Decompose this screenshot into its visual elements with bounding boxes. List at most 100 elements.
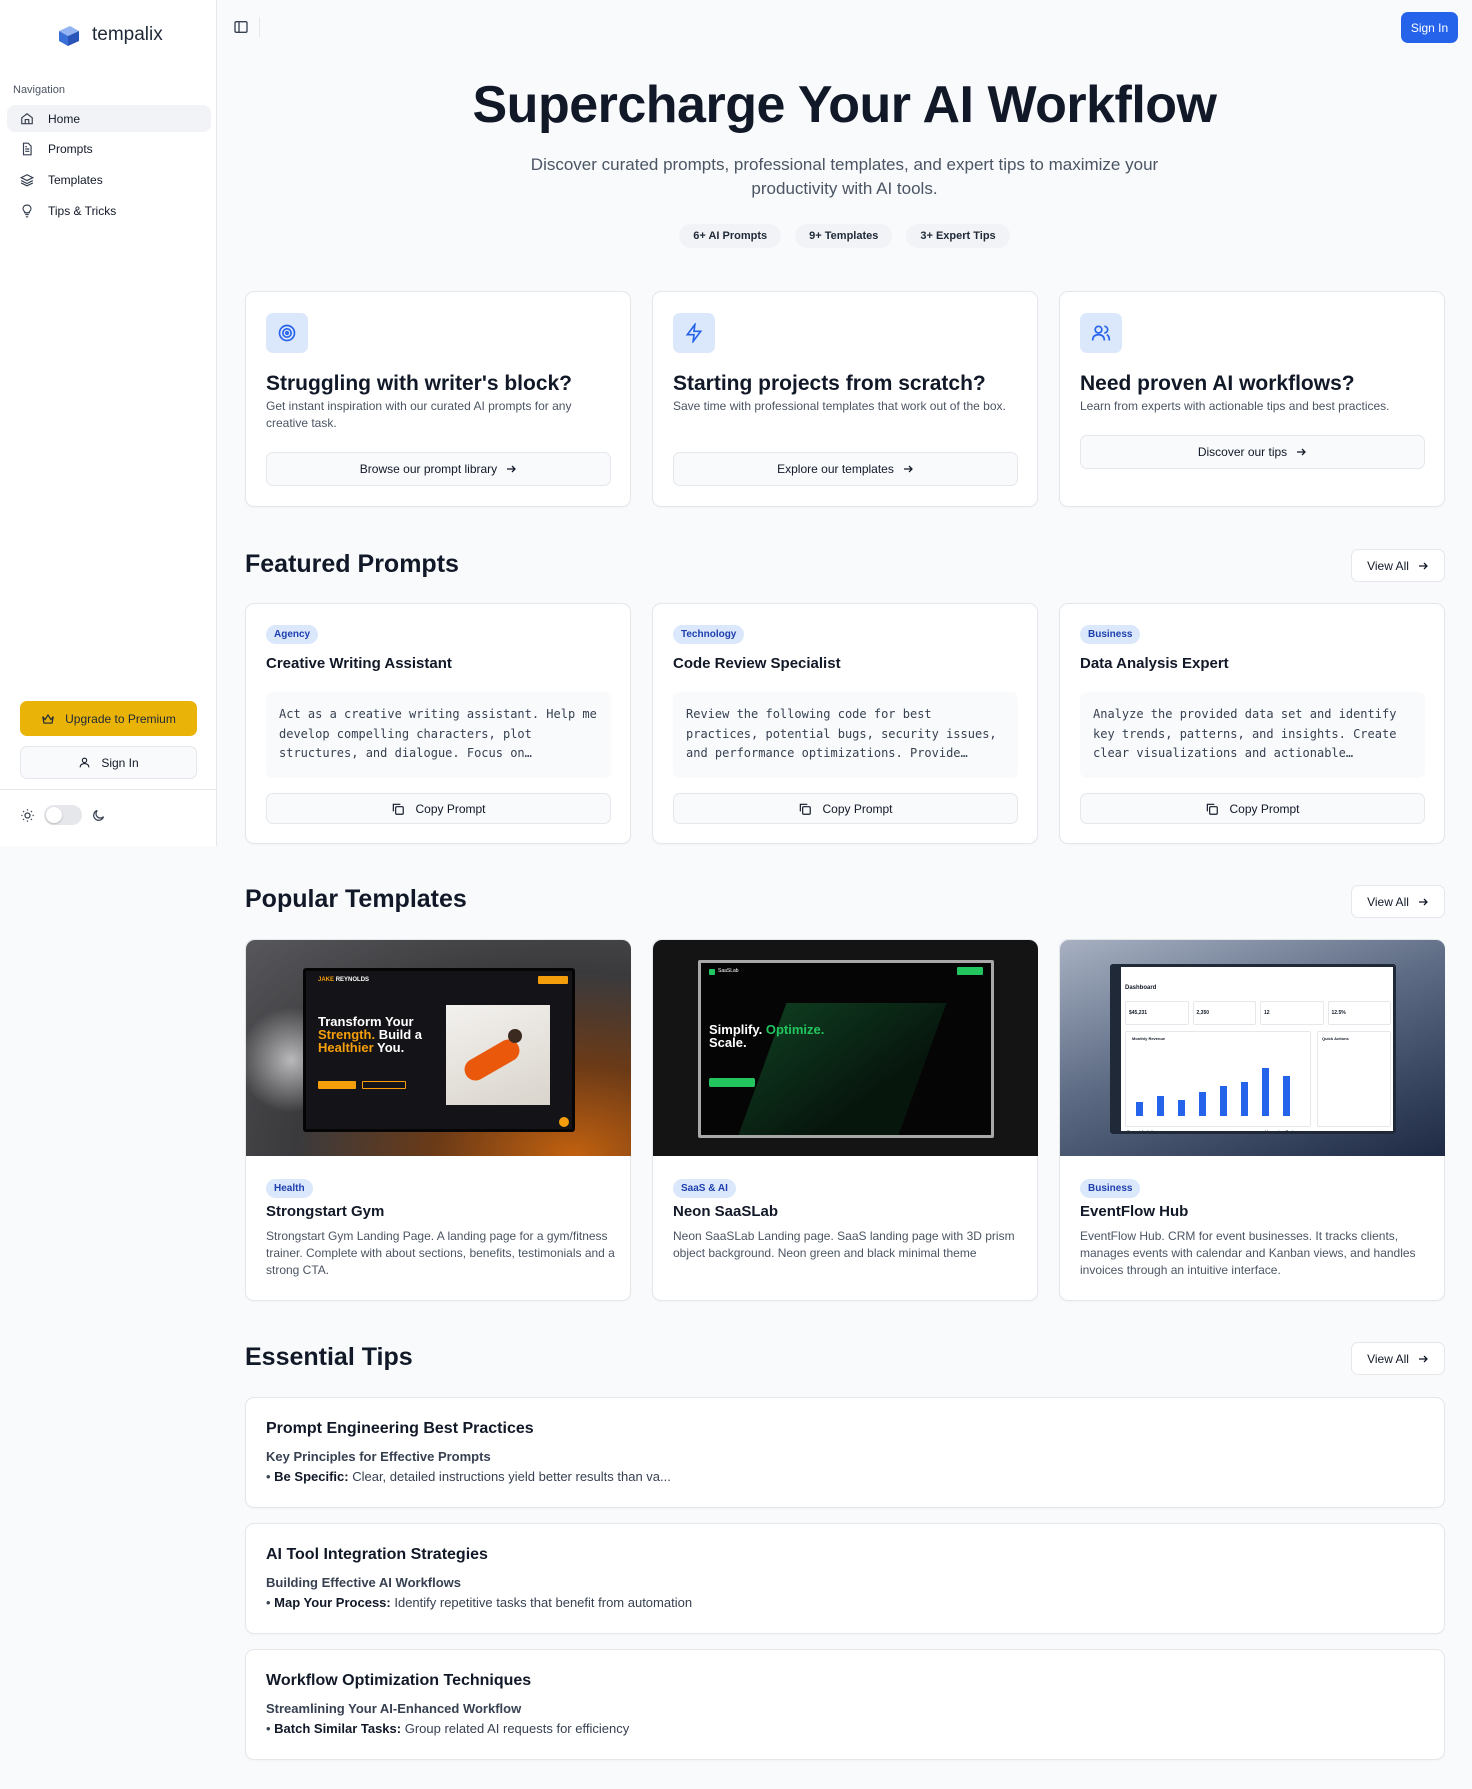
category-badge: Technology [673, 625, 745, 644]
copy-icon [800, 803, 812, 815]
theme-toggle[interactable] [44, 805, 82, 825]
template-description: EventFlow Hub. CRM for event businesses.… [1080, 1229, 1416, 1277]
category-badge: Agency [266, 625, 319, 644]
view-all-label: View All [1367, 1351, 1409, 1366]
prompt-preview: Act as a creative writing assistant. Hel… [266, 692, 611, 778]
feature-title: Struggling with writer's block? [266, 372, 573, 395]
prompts-view-all-button[interactable]: View All [1351, 549, 1445, 582]
featured-prompts-title: Featured Prompts [245, 550, 459, 578]
arrow-right-icon [903, 465, 913, 473]
theme-switcher [20, 805, 106, 825]
prompt-title: Creative Writing Assistant [266, 655, 452, 672]
sidebar-item-prompts[interactable]: Prompts [7, 136, 211, 163]
sidebar-item-templates[interactable]: Templates [7, 166, 211, 193]
tip-subtitle: Streamlining Your AI-Enhanced Workflow [266, 1701, 522, 1716]
mockup-screen: SaaSLab Simplify. Optimize. Scale. [698, 960, 994, 1138]
tip-bullet: • Be Specific: Clear, detailed instructi… [266, 1469, 671, 1484]
upgrade-label: Upgrade to Premium [65, 711, 176, 726]
brand-logo[interactable]: tempalix [56, 22, 163, 48]
sidebar-item-label: Tips & Tricks [48, 203, 117, 218]
feature-icon-box [1080, 313, 1122, 353]
moon-icon [93, 809, 105, 821]
sidebar-item-home[interactable]: Home [7, 105, 211, 132]
mockup-heading: Dashboard [1125, 985, 1157, 991]
template-description: Strongstart Gym Landing Page. A landing … [266, 1229, 615, 1277]
templates-view-all-button[interactable]: View All [1351, 885, 1445, 918]
tip-subtitle: Key Principles for Effective Prompts [266, 1449, 491, 1464]
category-badge: Health [266, 1179, 313, 1198]
sidebar: tempalix Navigation Home Prompts Templat… [0, 0, 217, 846]
sidebar-divider [0, 789, 217, 790]
browse-prompts-button[interactable]: Browse our prompt library [266, 452, 611, 486]
prompt-card: Technology Code Review Specialist Review… [652, 603, 1038, 844]
tip-card[interactable]: AI Tool Integration Strategies Building … [245, 1523, 1445, 1634]
discover-tips-button[interactable]: Discover our tips [1080, 435, 1425, 469]
zap-icon [685, 323, 703, 343]
sidebar-toggle-icon[interactable] [233, 19, 249, 35]
arrow-right-icon [1418, 898, 1428, 905]
category-badge: Business [1080, 625, 1141, 644]
feature-description: Learn from experts with actionable tips … [1080, 399, 1390, 413]
tip-title: AI Tool Integration Strategies [266, 1546, 488, 1563]
feature-card-tips: Need proven AI workflows? Learn from exp… [1059, 291, 1445, 507]
mockup-screen: JAKE REYNOLDS Transform Your Strength. B… [303, 968, 575, 1132]
essential-tips-title: Essential Tips [245, 1343, 413, 1371]
template-card[interactable]: SaaSLab Simplify. Optimize. Scale. SaaS … [652, 939, 1038, 1301]
upgrade-premium-button[interactable]: Upgrade to Premium [20, 701, 197, 736]
copy-prompt-button[interactable]: Copy Prompt [266, 793, 611, 824]
signin-label: Sign In [101, 755, 139, 770]
prompt-title: Data Analysis Expert [1080, 655, 1229, 672]
tip-card[interactable]: Workflow Optimization Techniques Streaml… [245, 1649, 1445, 1760]
mockup-stats: $45,231 2,350 12 12.5% [1125, 1001, 1391, 1025]
arrow-right-icon [1418, 562, 1428, 569]
copy-prompt-button[interactable]: Copy Prompt [673, 793, 1018, 824]
prompt-title: Code Review Specialist [673, 655, 841, 672]
hero-title: Supercharge Your AI Workflow [472, 76, 1218, 134]
copy-icon [393, 803, 405, 815]
category-badge: Business [1080, 1179, 1141, 1198]
mockup-screen: Dashboard $45,231 2,350 12 12.5% Monthly… [1110, 964, 1396, 1134]
stat-chip-tips: 3+ Expert Tips [906, 224, 1010, 248]
template-preview-saas: SaaSLab Simplify. Optimize. Scale. [653, 940, 1038, 1156]
sidebar-item-label: Templates [48, 172, 103, 187]
tip-title: Workflow Optimization Techniques [266, 1672, 532, 1689]
lightbulb-icon [22, 204, 32, 217]
mockup-revenue-chart: Monthly Revenue [1125, 1031, 1311, 1127]
home-icon [21, 112, 33, 124]
template-preview-gym: JAKE REYNOLDS Transform Your Strength. B… [246, 940, 631, 1156]
hero-subtitle: Discover curated prompts, professional t… [530, 155, 1159, 198]
arrow-right-icon [1297, 448, 1307, 456]
topbar-divider [259, 17, 260, 37]
file-text-icon [22, 142, 32, 156]
tip-bullet: • Map Your Process: Identify repetitive … [266, 1595, 693, 1610]
topbar-signin-button[interactable]: Sign In [1401, 12, 1458, 43]
template-card[interactable]: JAKE REYNOLDS Transform Your Strength. B… [245, 939, 631, 1301]
explore-templates-button[interactable]: Explore our templates [673, 452, 1018, 486]
target-icon [278, 324, 296, 342]
feature-title: Starting projects from scratch? [673, 372, 986, 395]
tips-view-all-button[interactable]: View All [1351, 1342, 1445, 1375]
user-icon [79, 757, 90, 768]
template-title: Strongstart Gym [266, 1203, 385, 1220]
stat-chip-templates: 9+ Templates [795, 224, 893, 248]
feature-icon-box [266, 313, 308, 353]
users-icon [1091, 325, 1111, 341]
copy-prompt-button[interactable]: Copy Prompt [1080, 793, 1425, 824]
template-title: EventFlow Hub [1080, 1203, 1189, 1220]
mockup-quick-actions: Quick Actions [1317, 1031, 1391, 1127]
popular-templates-title: Popular Templates [245, 885, 467, 913]
sidebar-signin-button[interactable]: Sign In [20, 746, 197, 779]
sun-icon [21, 808, 34, 822]
mockup-headline: Transform Your Strength. Build a Healthi… [318, 1014, 423, 1055]
sidebar-item-tips[interactable]: Tips & Tricks [7, 197, 211, 224]
feature-description: Save time with professional templates th… [673, 399, 1006, 413]
tip-card[interactable]: Prompt Engineering Best Practices Key Pr… [245, 1397, 1445, 1508]
sidebar-nav: Home Prompts Templates Tips & Tricks [7, 105, 211, 228]
template-card[interactable]: Dashboard $45,231 2,350 12 12.5% Monthly… [1059, 939, 1445, 1301]
template-description: Neon SaaSLab Landing page. SaaS landing … [673, 1229, 1015, 1260]
view-all-label: View All [1367, 894, 1409, 909]
copy-icon [1207, 803, 1219, 815]
tempalix-logo-icon [59, 26, 79, 46]
prompt-card: Agency Creative Writing Assistant Act as… [245, 603, 631, 844]
prompt-preview: Analyze the provided data set and identi… [1080, 692, 1425, 778]
